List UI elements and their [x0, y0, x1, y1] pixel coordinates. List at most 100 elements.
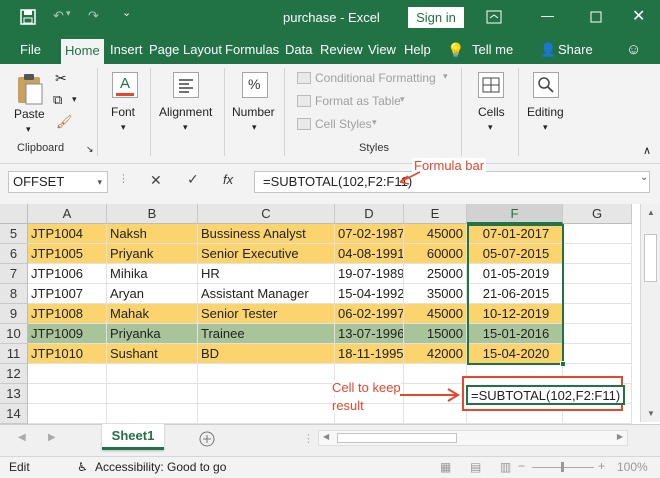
row-header[interactable]: 8: [0, 284, 28, 304]
horizontal-scrollbar[interactable]: ◀ ▶: [318, 430, 628, 446]
format-painter-icon[interactable]: 🖌: [56, 114, 73, 130]
cut-icon[interactable]: ✂: [55, 70, 67, 87]
zoom-slider-thumb[interactable]: [561, 462, 564, 472]
zoom-level[interactable]: 100%: [617, 457, 648, 477]
cell-d-11[interactable]: 18-11-1995: [335, 344, 404, 364]
select-all-corner[interactable]: [0, 204, 28, 224]
cell-b-14[interactable]: [107, 404, 198, 424]
row-header[interactable]: 11: [0, 344, 28, 364]
copy-dropdown-icon[interactable]: ▾: [72, 94, 77, 105]
row-header[interactable]: 13: [0, 384, 28, 404]
prev-sheet-icon[interactable]: ◀: [18, 432, 26, 443]
page-layout-view-icon[interactable]: ▤: [470, 457, 481, 477]
cell-f-7[interactable]: 01-05-2019: [467, 264, 563, 284]
sign-in-button[interactable]: Sign in: [408, 7, 464, 28]
cell-a-14[interactable]: [28, 404, 107, 424]
horizontal-scroll-thumb[interactable]: [337, 433, 457, 443]
row-header[interactable]: 12: [0, 364, 28, 384]
formula-bar-divider-handle[interactable]: ⋮: [118, 172, 129, 185]
tab-data[interactable]: Data: [285, 36, 312, 64]
tell-me-search[interactable]: Tell me: [472, 36, 513, 64]
normal-view-icon[interactable]: ▦: [440, 457, 451, 477]
new-sheet-icon[interactable]: [199, 431, 215, 447]
format-as-table-button[interactable]: Format as Table: [315, 94, 401, 108]
cell-b-5[interactable]: Naksh: [107, 224, 198, 244]
scroll-up-icon[interactable]: ▲: [647, 208, 655, 217]
cell-e-9[interactable]: 45000: [404, 304, 467, 324]
row-header[interactable]: 6: [0, 244, 28, 264]
formula-input[interactable]: =SUBTOTAL(102,F2:F11): [254, 171, 650, 193]
customize-qat-icon[interactable]: ⌄: [122, 6, 131, 19]
cell-g-11[interactable]: [563, 344, 632, 364]
cell-f-5[interactable]: 07-01-2017: [467, 224, 563, 244]
column-header-e[interactable]: E: [404, 204, 467, 224]
cell-g-6[interactable]: [563, 244, 632, 264]
scroll-down-icon[interactable]: ▼: [647, 409, 655, 418]
row-header[interactable]: 7: [0, 264, 28, 284]
cell-g-5[interactable]: [563, 224, 632, 244]
cell-e-6[interactable]: 60000: [404, 244, 467, 264]
redo-icon[interactable]: ↷: [88, 8, 99, 24]
cell-a-13[interactable]: [28, 384, 107, 404]
cell-b-11[interactable]: Sushant: [107, 344, 198, 364]
cell-d-6[interactable]: 04-08-1991: [335, 244, 404, 264]
cell-g-9[interactable]: [563, 304, 632, 324]
cell-b-10[interactable]: Priyanka: [107, 324, 198, 344]
zoom-in-icon[interactable]: +: [598, 456, 605, 476]
cell-c-5[interactable]: Bussiness Analyst: [198, 224, 335, 244]
cell-b-9[interactable]: Mahak: [107, 304, 198, 324]
cell-e-11[interactable]: 42000: [404, 344, 467, 364]
undo-icon[interactable]: ↶: [53, 8, 64, 24]
row-header[interactable]: 9: [0, 304, 28, 324]
tab-home[interactable]: Home: [61, 39, 104, 64]
cell-c-8[interactable]: Assistant Manager: [198, 284, 335, 304]
tab-view[interactable]: View: [368, 36, 396, 64]
cell-c-13[interactable]: [198, 384, 335, 404]
cell-c-11[interactable]: BD: [198, 344, 335, 364]
cell-f-11[interactable]: 15-04-2020: [467, 344, 563, 364]
cell-c-7[interactable]: HR: [198, 264, 335, 284]
conditional-formatting-button[interactable]: Conditional Formatting: [315, 71, 436, 85]
cell-b-13[interactable]: [107, 384, 198, 404]
cell-f-10[interactable]: 15-01-2016: [467, 324, 563, 344]
cell-a-9[interactable]: JTP1008: [28, 304, 107, 324]
cell-a-6[interactable]: JTP1005: [28, 244, 107, 264]
share-button[interactable]: Share: [558, 36, 593, 64]
cell-d-8[interactable]: 15-04-1992: [335, 284, 404, 304]
cell-a-5[interactable]: JTP1004: [28, 224, 107, 244]
cell-a-10[interactable]: JTP1009: [28, 324, 107, 344]
minimize-icon[interactable]: —: [541, 8, 554, 23]
tab-split-handle[interactable]: ⋮: [303, 432, 314, 445]
ribbon-display-icon[interactable]: [486, 10, 502, 24]
insert-function-button[interactable]: fx: [223, 172, 233, 187]
cell-c-10[interactable]: Trainee: [198, 324, 335, 344]
clipboard-launcher-icon[interactable]: ↘: [86, 144, 94, 155]
fill-handle[interactable]: [560, 361, 566, 367]
expand-formula-bar-icon[interactable]: ⌄: [640, 172, 648, 183]
name-box-dropdown-icon[interactable]: ▾: [97, 172, 102, 192]
page-break-view-icon[interactable]: ▥: [500, 457, 511, 477]
cell-a-8[interactable]: JTP1007: [28, 284, 107, 304]
cell-styles-dropdown-icon[interactable]: ▾: [372, 117, 377, 128]
cell-f-6[interactable]: 05-07-2015: [467, 244, 563, 264]
cell-e-14[interactable]: [404, 404, 467, 424]
cell-f-8[interactable]: 21-06-2015: [467, 284, 563, 304]
cell-d-7[interactable]: 19-07-1989: [335, 264, 404, 284]
tab-file[interactable]: File: [20, 36, 41, 64]
column-header-b[interactable]: B: [107, 204, 198, 224]
cell-d-10[interactable]: 13-07-1996: [335, 324, 404, 344]
scroll-left-icon[interactable]: ◀: [323, 432, 329, 441]
enter-icon[interactable]: ✓: [187, 171, 199, 188]
cell-e-12[interactable]: [404, 364, 467, 384]
row-header[interactable]: 5: [0, 224, 28, 244]
cell-f-9[interactable]: 10-12-2019: [467, 304, 563, 324]
column-header-f[interactable]: F: [467, 204, 563, 224]
cell-e-7[interactable]: 25000: [404, 264, 467, 284]
cell-a-11[interactable]: JTP1010: [28, 344, 107, 364]
tab-review[interactable]: Review: [320, 36, 363, 64]
cell-d-5[interactable]: 07-02-1987: [335, 224, 404, 244]
row-header[interactable]: 14: [0, 404, 28, 424]
column-header-d[interactable]: D: [335, 204, 404, 224]
cell-b-12[interactable]: [107, 364, 198, 384]
cell-e-10[interactable]: 15000: [404, 324, 467, 344]
